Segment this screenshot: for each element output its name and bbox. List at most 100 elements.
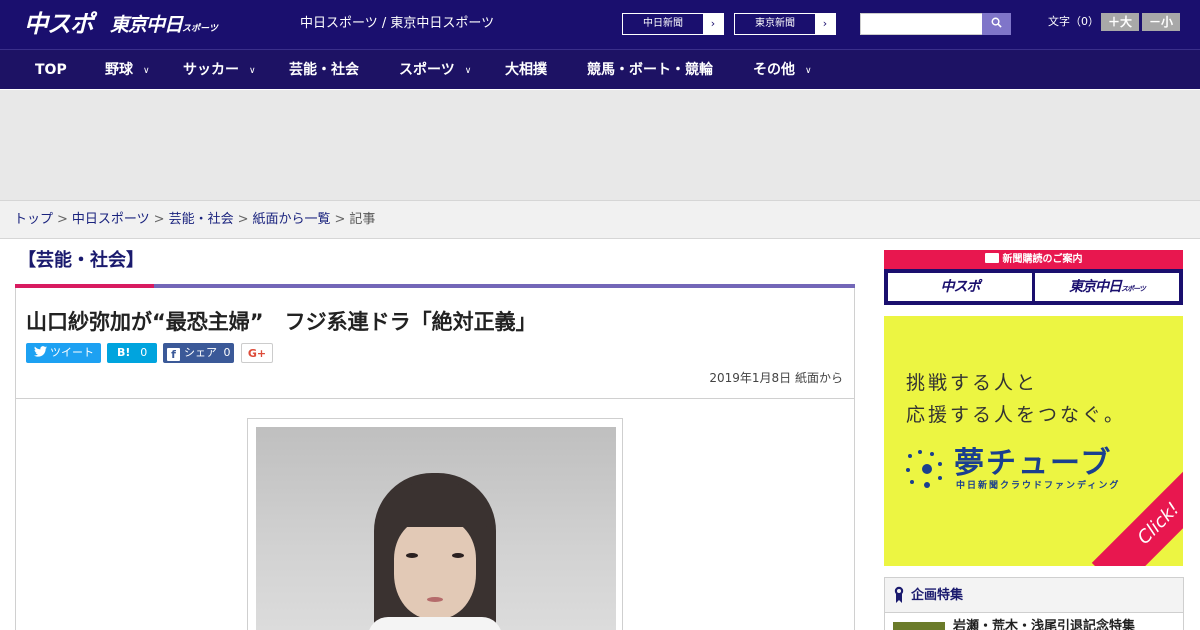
- search-button[interactable]: [982, 13, 1011, 35]
- photo-eye-shape: [452, 553, 464, 558]
- yume-dot: [938, 462, 942, 466]
- article-photo-frame: [247, 418, 623, 630]
- yume-dot: [908, 454, 912, 458]
- chevron-down-icon: ∨: [249, 66, 256, 76]
- site-header: 中スポ 東京中日スポーツ 中日スポーツ / 東京中日スポーツ 中日新聞 › 東京…: [0, 0, 1200, 49]
- yume-dot: [930, 452, 934, 456]
- main-nav: TOP 野球 ∨ サッカー ∨ 芸能・社会 スポーツ ∨ 大相撲 競馬・ボート・競輪 …: [0, 49, 1200, 89]
- subscribe-chuspo-link[interactable]: 中スポ: [888, 273, 1032, 301]
- yume-dot: [906, 468, 910, 472]
- nav-item-keiba[interactable]: 競馬・ボート・競輪: [587, 50, 713, 90]
- yume-dot: [922, 464, 932, 474]
- subscription-banner[interactable]: 新聞購読のご案内 中スポ 東京中日スポーツ: [884, 250, 1183, 305]
- article-date: 2019年1月8日 紙面から: [709, 371, 843, 385]
- yume-tube-logo: 夢チューブ: [954, 446, 1113, 481]
- yume-tube-ad[interactable]: 挑戦する人と 応援する人をつなぐ。 夢チューブ 中日新聞クラウドファンディング …: [884, 316, 1183, 566]
- article-photo[interactable]: [256, 427, 616, 630]
- tokyo-chunichi-logo[interactable]: 東京中日スポーツ: [110, 13, 218, 41]
- nav-item-sumo[interactable]: 大相撲: [505, 50, 547, 90]
- breadcrumb-separator: >: [57, 212, 68, 227]
- section-title: 【芸能・社会】: [18, 250, 144, 271]
- subscription-header: 新聞購読のご案内: [884, 250, 1183, 269]
- subscribe-logo-suffix: スポーツ: [1121, 285, 1146, 293]
- nav-item-top[interactable]: TOP: [35, 50, 67, 90]
- google-plus-button[interactable]: G+: [241, 343, 273, 363]
- chevron-down-icon: ∨: [805, 66, 812, 76]
- google-plus-icon: G+: [247, 347, 267, 360]
- nav-item-label: 芸能・社会: [289, 62, 359, 78]
- photo-face-shape: [394, 519, 476, 619]
- nav-item-sports[interactable]: スポーツ ∨: [399, 50, 471, 90]
- ad-banner-area: [0, 90, 1200, 200]
- ad-line-1: 挑戦する人と: [906, 372, 1039, 394]
- nav-item-baseball[interactable]: 野球 ∨: [105, 50, 150, 90]
- yume-dot: [938, 476, 942, 480]
- tokyo-shimbun-label: 東京新聞: [755, 18, 795, 29]
- special-feature-header: 企画特集: [885, 578, 1183, 613]
- font-size-increase-button[interactable]: ＋大: [1101, 13, 1139, 31]
- twitter-icon: [34, 346, 47, 357]
- nav-item-soccer[interactable]: サッカー ∨: [183, 50, 256, 90]
- chunichi-shimbun-label: 中日新聞: [643, 18, 683, 29]
- breadcrumb-link-entertainment[interactable]: 芸能・社会: [169, 212, 234, 227]
- chevron-down-icon: ∨: [464, 66, 472, 76]
- hatena-bookmark-button[interactable]: B! 0: [107, 343, 157, 363]
- article-top-rule-accent: [15, 284, 154, 288]
- special-feature-title: 企画特集: [911, 588, 964, 603]
- special-feature-panel: 企画特集 岩瀬・荒木・浅尾引退記念特集: [884, 577, 1184, 630]
- facebook-share-button[interactable]: f シェア 0: [163, 343, 234, 363]
- breadcrumb-link-paper-list[interactable]: 紙面から一覧: [253, 212, 331, 227]
- tweet-button[interactable]: ツイート: [26, 343, 101, 363]
- breadcrumb-current: 記事: [349, 212, 376, 227]
- special-feature-item-link[interactable]: 岩瀬・荒木・浅尾引退記念特集: [953, 619, 1135, 630]
- chuspo-logo[interactable]: 中スポ: [24, 10, 94, 38]
- breadcrumb-separator: >: [237, 212, 249, 227]
- nav-item-label: スポーツ: [399, 62, 455, 78]
- chevron-down-icon: ∨: [143, 66, 150, 76]
- breadcrumb-separator: >: [334, 212, 346, 227]
- photo-collar-shape: [368, 617, 502, 630]
- breadcrumb-link-top[interactable]: トップ: [14, 212, 53, 227]
- nav-item-label: 競馬・ボート・競輪: [587, 62, 713, 78]
- nav-item-label: サッカー: [183, 62, 239, 78]
- hatena-icon: B!: [117, 346, 131, 359]
- nav-item-other[interactable]: その他 ∨: [753, 50, 812, 90]
- font-size-decrease-button[interactable]: －小: [1142, 13, 1180, 31]
- subscribe-chuspo-logo: 中スポ: [940, 279, 981, 295]
- nav-item-label: 大相撲: [505, 62, 547, 78]
- yume-dot: [910, 480, 914, 484]
- subscribe-tokyo-chunichi-link[interactable]: 東京中日スポーツ: [1035, 273, 1179, 301]
- yume-tube-subtitle: 中日新聞クラウドファンディング: [956, 481, 1121, 491]
- site-name: 中日スポーツ / 東京中日スポーツ: [300, 16, 495, 31]
- hatena-count: 0: [140, 346, 148, 359]
- font-size-label: 文字（0）: [1048, 15, 1099, 28]
- subscription-header-label: 新聞購読のご案内: [1002, 254, 1083, 265]
- breadcrumb-link-chuspo[interactable]: 中日スポーツ: [72, 212, 150, 227]
- newspaper-icon: [984, 253, 999, 263]
- breadcrumb: トップ > 中日スポーツ > 芸能・社会 > 紙面から一覧 > 記事: [0, 200, 1200, 239]
- subscribe-tokyo-chunichi-logo: 東京中日: [1069, 279, 1122, 295]
- facebook-share-count: 0: [223, 346, 231, 359]
- facebook-share-label: シェア: [184, 346, 217, 359]
- yume-tube-dots-icon: [906, 450, 946, 490]
- breadcrumb-separator: >: [153, 212, 165, 227]
- search-input[interactable]: [860, 13, 982, 35]
- nav-item-label: 野球: [105, 62, 133, 78]
- article-headline: 山口紗弥加が“最恐主婦” フジ系連ドラ「絶対正義」: [26, 310, 537, 334]
- search-icon: [991, 17, 1002, 28]
- tokyo-chunichi-logo-suffix: スポーツ: [182, 24, 218, 34]
- nav-item-label: TOP: [35, 62, 67, 78]
- special-feature-thumbnail[interactable]: [893, 622, 945, 630]
- tokyo-shimbun-link[interactable]: 東京新聞 ›: [734, 13, 836, 35]
- ribbon-icon: [894, 586, 904, 603]
- yume-dot: [918, 450, 922, 454]
- chunichi-shimbun-link[interactable]: 中日新聞 ›: [622, 13, 724, 35]
- ad-line-2: 応援する人をつなぐ。: [906, 404, 1127, 426]
- yume-dot: [924, 482, 930, 488]
- chevron-right-icon: ›: [703, 14, 723, 34]
- nav-item-entertainment[interactable]: 芸能・社会: [289, 50, 359, 90]
- tweet-label: ツイート: [50, 346, 94, 359]
- tokyo-chunichi-logo-text: 東京中日: [110, 14, 183, 36]
- article-divider: [16, 398, 854, 399]
- photo-lips-shape: [427, 597, 443, 602]
